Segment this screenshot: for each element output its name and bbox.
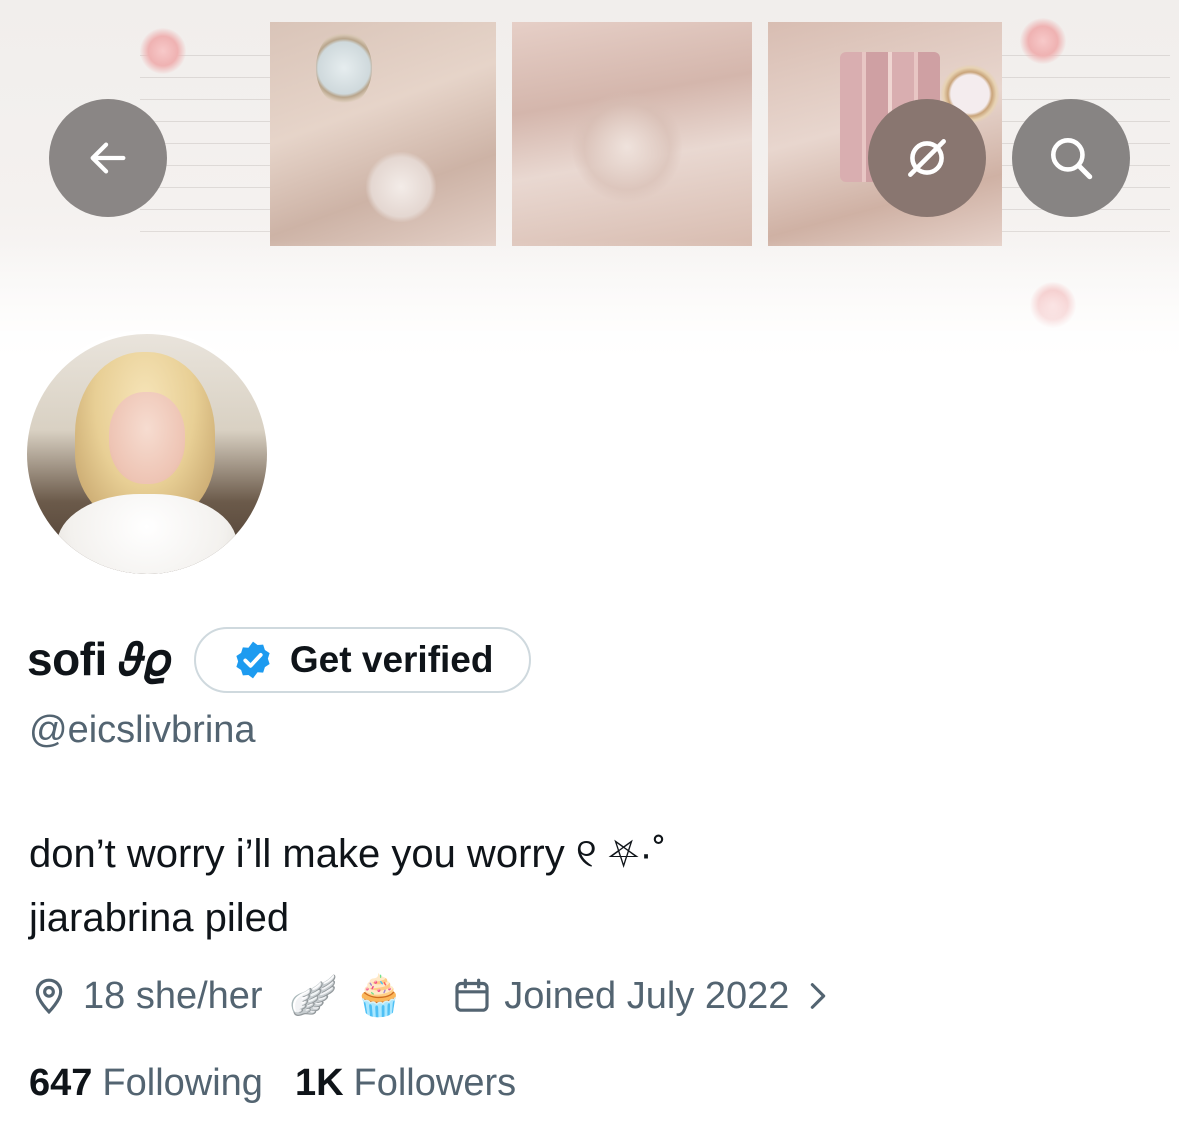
search-button[interactable]	[1012, 99, 1130, 217]
following-link[interactable]: 647 Following	[29, 1062, 263, 1105]
calendar-icon	[455, 978, 489, 1012]
user-handle: @eicslivbrina	[29, 709, 256, 751]
profile-banner[interactable]	[0, 0, 1179, 370]
display-name: sofi 𝜗𝜚	[27, 633, 170, 685]
bio-line: don’t worry i’ll make you worry ୧ ⛧·˚	[29, 832, 667, 876]
bio: don’t worry i’ll make you worry ୧ ⛧·˚ ji…	[29, 822, 666, 950]
banner-panel-letter	[512, 22, 752, 246]
bio-line: jiarabrina piled	[29, 896, 290, 940]
cupcake-emoji: 🧁	[354, 974, 405, 1018]
wing-emoji: 🪽	[288, 974, 339, 1018]
verified-badge-icon	[236, 641, 270, 679]
followers-link[interactable]: 1K Followers	[295, 1062, 516, 1105]
followers-label: Followers	[353, 1061, 517, 1104]
follow-stats: 647 Following 1K Followers	[29, 1055, 516, 1111]
banner-blossom	[140, 28, 186, 74]
back-button[interactable]	[49, 99, 167, 217]
following-count: 647	[29, 1061, 93, 1104]
joined-date[interactable]: Joined July 2022	[452, 975, 831, 1018]
get-verified-label: Get verified	[289, 639, 494, 680]
banner-panel-mirror	[270, 22, 496, 246]
location-text: 18 she/her	[83, 974, 263, 1017]
joined-text: Joined July 2022	[504, 974, 790, 1017]
banner-blossom	[1020, 18, 1066, 64]
search-icon	[1051, 138, 1093, 180]
followers-count: 1K	[294, 1061, 344, 1104]
following-label: Following	[102, 1061, 263, 1104]
profile-meta: 18 she/her 🪽 🧁 Joined July 2022	[29, 968, 831, 1024]
avatar[interactable]	[23, 330, 271, 578]
avatar-photo	[27, 334, 267, 574]
get-verified-button[interactable]: Get verified	[193, 627, 532, 693]
location-pin-icon	[35, 978, 63, 1015]
chevron-right-icon	[811, 983, 826, 1009]
location: 18 she/her 🪽 🧁	[29, 975, 404, 1018]
name-row: sofi 𝜗𝜚 Get verified	[27, 622, 532, 698]
profile-page: sofi 𝜗𝜚 Get verified @eicslivbrina don’t…	[0, 0, 1179, 1128]
translate-icon	[908, 139, 946, 177]
translate-button[interactable]	[868, 99, 986, 217]
arrow-left-icon	[90, 142, 126, 174]
